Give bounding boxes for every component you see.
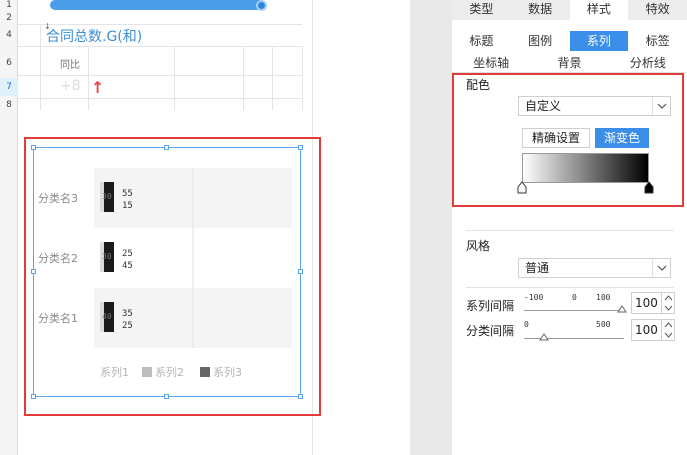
slider-tick: 100 — [596, 293, 611, 302]
resize-handle[interactable] — [298, 145, 303, 150]
property-panel: 类型 数据 样式 特效 标题 图例 系列 标签 坐标轴 背景 分析线 配色 自定… — [452, 0, 687, 455]
legend-label: 系列3 — [213, 365, 242, 379]
slider-tick: -100 — [524, 293, 544, 302]
tab-effects[interactable]: 特效 — [628, 0, 687, 20]
category-label: 分类名2 — [38, 251, 78, 265]
stepper-arrows-icon[interactable] — [661, 320, 674, 340]
subtab-title[interactable]: 标题 — [452, 31, 511, 51]
resize-handle[interactable] — [31, 269, 36, 274]
data-label: 30 — [102, 192, 112, 201]
grid-line — [18, 46, 302, 47]
highlight-frame — [452, 73, 684, 207]
data-label: 35 — [122, 309, 133, 319]
style-select[interactable]: 普通 — [518, 258, 671, 278]
subtab-axis[interactable]: 坐标轴 — [452, 53, 530, 72]
grid-line — [272, 46, 273, 110]
subtabs-row-1: 标题 图例 系列 标签 — [452, 31, 687, 51]
resize-handle[interactable] — [164, 145, 169, 150]
category-gap-slider-thumb[interactable] — [539, 333, 549, 341]
data-label: 25 — [122, 321, 133, 331]
data-label: 40 — [102, 312, 112, 321]
resize-handle[interactable] — [298, 269, 303, 274]
series-gap-slider-thumb[interactable] — [617, 305, 627, 313]
chevron-down-icon — [652, 259, 670, 277]
data-label: 15 — [122, 201, 133, 211]
category-label: 分类名1 — [38, 311, 78, 325]
panel-divider — [410, 0, 452, 455]
stepper-arrows-icon[interactable] — [661, 293, 674, 313]
series-gap-stepper[interactable]: 100 — [631, 292, 675, 314]
grid-line — [18, 75, 302, 76]
section-divider — [466, 230, 674, 231]
chart-svg: 分类名3 30 55 15 分类名2 30 25 45 分类名1 40 35 25 系列1 系列2 系列3 — [38, 168, 292, 379]
data-label: 55 — [122, 189, 133, 199]
main-tabs: 类型 数据 样式 特效 — [452, 0, 687, 20]
grid-line — [88, 46, 89, 110]
slider-tick: 0 — [572, 293, 577, 302]
resize-handle[interactable] — [164, 394, 169, 399]
grid-line — [18, 24, 302, 25]
up-arrow-icon: ↑ — [91, 78, 105, 97]
slider-tick: 500 — [596, 320, 611, 329]
category-label: 分类名3 — [38, 191, 78, 205]
spreadsheet-area: 1 2 4 6 7 8 ↓ 合同总数.G(和) 同比 +8 ↑ 分类名3 30 55… — [0, 0, 410, 455]
category-gap-stepper[interactable]: 100 — [631, 319, 675, 341]
row-number[interactable]: 4 — [0, 30, 18, 40]
sheet-column-strip — [312, 0, 410, 455]
resize-handle[interactable] — [31, 394, 36, 399]
row-number-selected[interactable]: 7 — [0, 78, 18, 96]
resize-handle[interactable] — [31, 145, 36, 150]
row-number[interactable]: 6 — [0, 58, 18, 68]
section-divider — [466, 287, 674, 288]
slider-tick: 0 — [524, 320, 529, 329]
subtab-label[interactable]: 标签 — [628, 31, 687, 51]
data-label: 30 — [102, 252, 112, 261]
series-gap-value: 100 — [635, 296, 658, 310]
style-value: 普通 — [525, 261, 550, 275]
legend-label: 系列1 — [100, 365, 129, 379]
category-gap-value: 100 — [635, 323, 658, 337]
cell-title[interactable]: 合同总数.G(和) — [46, 26, 142, 46]
data-label: 25 — [122, 249, 133, 259]
series-gap-label: 系列间隔 — [466, 299, 515, 313]
grid-line — [243, 46, 244, 110]
cell-tongbi-label[interactable]: 同比 — [60, 56, 80, 71]
tab-type[interactable]: 类型 — [452, 0, 511, 20]
subtab-legend[interactable]: 图例 — [511, 31, 570, 51]
tab-style[interactable]: 样式 — [569, 0, 629, 20]
progress-knob[interactable] — [256, 0, 267, 11]
subtab-background[interactable]: 背景 — [530, 53, 608, 72]
subtab-analysis-line[interactable]: 分析线 — [609, 53, 687, 72]
chart-widget[interactable]: 分类名3 30 55 15 分类名2 30 25 45 分类名1 40 35 25 系列1 系列2 系列3 — [33, 147, 301, 397]
row-number[interactable]: 2 — [0, 13, 18, 23]
style-label: 风格 — [466, 239, 491, 253]
series-gap-slider[interactable] — [524, 310, 624, 311]
row-header-gutter: 1 2 4 6 7 8 — [0, 0, 18, 455]
subtabs-row-2: 坐标轴 背景 分析线 — [452, 53, 687, 73]
category-gap-label: 分类间隔 — [466, 324, 515, 338]
cell-value[interactable]: +8 — [60, 78, 81, 94]
grid-line — [40, 24, 41, 110]
subtab-series[interactable]: 系列 — [569, 31, 629, 51]
row-number[interactable]: 1 — [0, 0, 18, 10]
row-number[interactable]: 8 — [0, 100, 18, 110]
tab-data[interactable]: 数据 — [511, 0, 570, 20]
data-label: 45 — [122, 261, 133, 271]
grid-line — [18, 98, 302, 99]
grid-line — [174, 46, 175, 110]
legend-swatch — [200, 367, 210, 377]
grid-line — [302, 46, 303, 110]
legend-swatch — [142, 367, 152, 377]
progress-bar — [50, 0, 265, 10]
resize-handle[interactable] — [298, 394, 303, 399]
legend-label: 系列2 — [155, 365, 184, 379]
